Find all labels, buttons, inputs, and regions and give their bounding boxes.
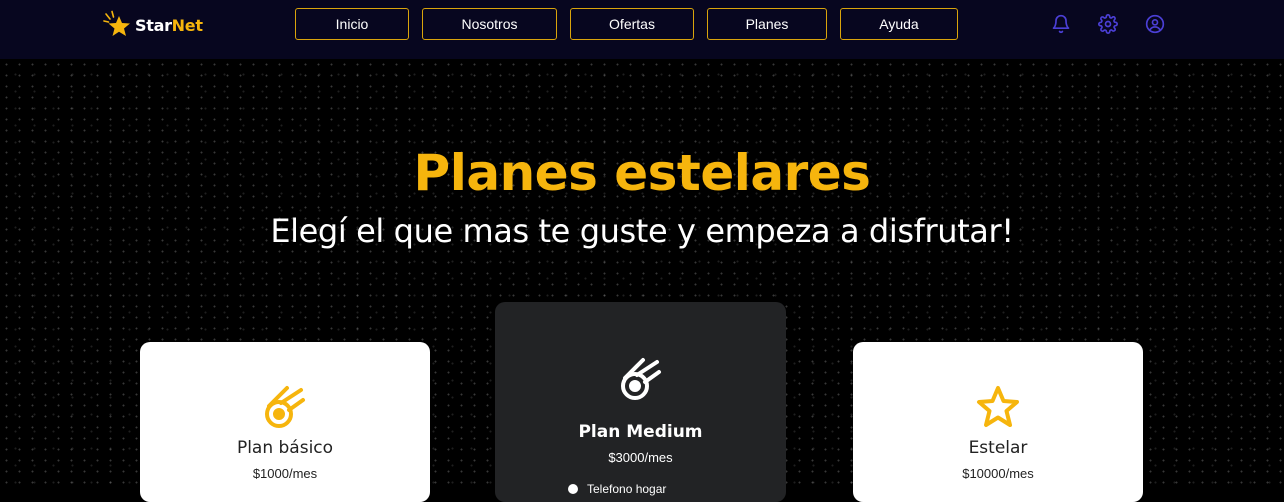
star-logo-icon — [103, 10, 130, 36]
bullet-icon — [568, 484, 578, 494]
top-navbar: StarNet Inicio Nosotros Ofertas Planes A… — [0, 0, 1284, 59]
nav-ofertas-button[interactable]: Ofertas — [570, 8, 694, 40]
hero-section: Planes estelares Elegí el que mas te gus… — [0, 59, 1284, 502]
plan-name: Plan básico — [236, 438, 334, 458]
plan-price: $1000/mes — [252, 466, 318, 481]
gear-icon[interactable] — [1098, 14, 1118, 34]
plan-name: Estelar — [968, 438, 1028, 458]
plan-feature-label: Telefono hogar — [587, 482, 667, 496]
meteor-icon — [495, 356, 786, 404]
page-subtitle: Elegí el que mas te guste y empeza a dis… — [270, 212, 1014, 250]
bell-icon[interactable] — [1051, 14, 1071, 34]
plan-price: $3000/mes — [608, 450, 673, 465]
page-title: Planes estelares — [413, 144, 871, 202]
plan-feature: Telefono hogar — [568, 482, 666, 496]
brand-name-net: Net — [171, 15, 203, 35]
plan-card-basico[interactable]: Plan básico $1000/mes — [140, 342, 430, 502]
user-circle-icon[interactable] — [1145, 14, 1165, 34]
nav-nosotros-button[interactable]: Nosotros — [422, 8, 557, 40]
nav-planes-button[interactable]: Planes — [707, 8, 827, 40]
star-icon — [853, 384, 1143, 432]
plan-name: Plan Medium — [578, 422, 703, 442]
brand-logo[interactable]: StarNet — [103, 10, 203, 40]
meteor-icon — [140, 384, 430, 432]
brand-name-star: Star — [135, 15, 172, 35]
nav-ayuda-button[interactable]: Ayuda — [840, 8, 958, 40]
nav-inicio-button[interactable]: Inicio — [295, 8, 409, 40]
plan-card-medium[interactable]: Plan Medium $3000/mes Telefono hogar — [495, 302, 786, 502]
plan-price: $10000/mes — [962, 466, 1034, 481]
plan-card-estelar[interactable]: Estelar $10000/mes — [853, 342, 1143, 502]
brand-name: StarNet — [135, 16, 203, 35]
